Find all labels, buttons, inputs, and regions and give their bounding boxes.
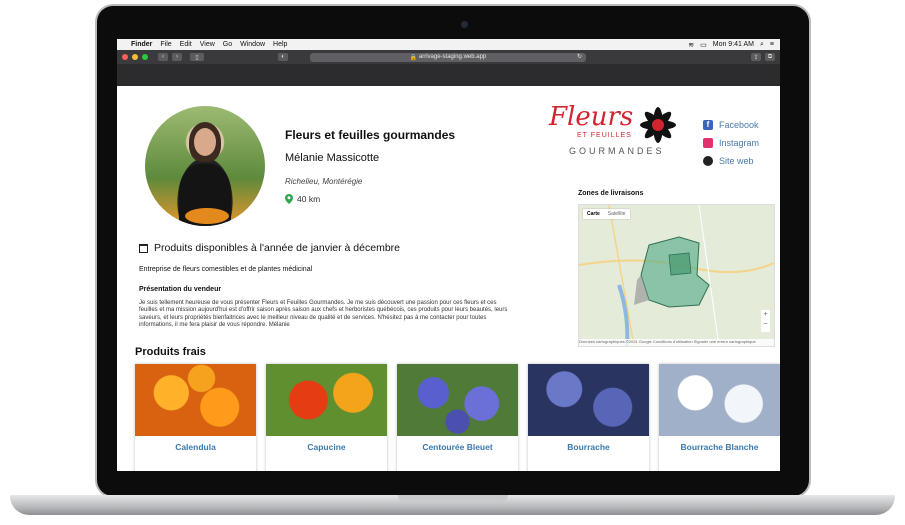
close-window-button[interactable] xyxy=(122,54,128,60)
menu-file[interactable]: File xyxy=(160,41,171,48)
distance-value: 40 km xyxy=(297,194,321,204)
product-card[interactable]: Capucine xyxy=(266,364,387,471)
website-label: Site web xyxy=(719,156,754,166)
menu-go[interactable]: Go xyxy=(223,41,232,48)
product-image xyxy=(659,364,780,436)
product-grid: Calendula Capucine Centourée Bleuet Bour… xyxy=(135,364,780,471)
zones-label: Zones de livraisons xyxy=(578,190,644,197)
mac-menubar: Finder File Edit View Go Window Help ≋ ▭… xyxy=(117,39,780,50)
minimize-window-button[interactable] xyxy=(132,54,138,60)
availability-text: Produits disponibles à l'année de janvie… xyxy=(154,242,400,254)
screen: Finder File Edit View Go Window Help ≋ ▭… xyxy=(117,39,780,471)
camera xyxy=(461,21,468,28)
map-type-tabs: Carte Satellite xyxy=(583,209,630,219)
product-image xyxy=(528,364,649,436)
instagram-label: Instagram xyxy=(719,138,760,148)
product-name[interactable]: Centourée Bleuet xyxy=(397,442,518,452)
product-card[interactable]: Bourrache xyxy=(528,364,649,471)
product-card[interactable]: Calendula xyxy=(135,364,256,471)
tab-map[interactable]: Carte xyxy=(583,209,604,219)
map-canvas[interactable] xyxy=(579,205,774,346)
distance: 40 km xyxy=(285,194,320,204)
product-card[interactable]: Centourée Bleuet xyxy=(397,364,518,471)
flower-logo-icon xyxy=(640,107,676,143)
menu-view[interactable]: View xyxy=(200,41,215,48)
presentation-label: Présentation du vendeur xyxy=(139,286,222,293)
product-name[interactable]: Bourrache Blanche xyxy=(659,442,780,452)
map-pin-icon xyxy=(285,194,293,204)
vendor-page: Fleurs et feuilles gourmandes Mélanie Ma… xyxy=(117,86,780,471)
laptop-notch xyxy=(398,495,508,503)
battery-icon[interactable]: ▭ xyxy=(700,41,707,49)
search-icon[interactable]: ⌕ xyxy=(760,41,764,49)
extension-icon[interactable]: ◐ xyxy=(278,53,288,61)
product-image xyxy=(135,364,256,436)
address-bar[interactable]: 🔒 arrivage-staging.web.app ↻ xyxy=(310,52,586,62)
facebook-icon: f xyxy=(703,120,713,130)
vendor-avatar xyxy=(145,106,265,226)
tagline: Entreprise de fleurs comestibles et de p… xyxy=(139,266,313,273)
product-name[interactable]: Calendula xyxy=(135,442,256,452)
menu-window[interactable]: Window xyxy=(240,41,265,48)
instagram-link[interactable]: Instagram xyxy=(703,134,759,152)
vendor-location: Richelieu, Montérégie xyxy=(285,177,363,186)
url-text: arrivage-staging.web.app xyxy=(418,54,487,60)
instagram-icon xyxy=(703,138,713,148)
product-image xyxy=(266,364,387,436)
tabs-icon[interactable]: ⧉ xyxy=(765,53,775,61)
back-icon[interactable]: ‹ xyxy=(158,53,168,61)
browser-toolbar: ‹ › ▯ ◐ 🔒 arrivage-staging.web.app ↻ ⇪ ⧉ xyxy=(117,50,780,64)
calendar-icon xyxy=(139,243,148,253)
facebook-label: Facebook xyxy=(719,120,759,130)
forward-icon[interactable]: › xyxy=(172,53,182,61)
logo-line1: ET FEUILLES xyxy=(577,132,632,139)
globe-icon xyxy=(703,156,713,166)
menu-app[interactable]: Finder xyxy=(131,41,152,48)
reload-icon[interactable]: ↻ xyxy=(577,53,582,60)
vendor-logo: Fleurs ET FEUILLES GOURMANDES xyxy=(549,102,689,168)
lock-icon: 🔒 xyxy=(409,54,419,61)
wifi-icon[interactable]: ≋ xyxy=(688,41,694,49)
facebook-link[interactable]: f Facebook xyxy=(703,116,759,134)
product-name[interactable]: Bourrache xyxy=(528,442,649,452)
clock[interactable]: Mon 9:41 AM xyxy=(713,41,754,49)
product-card[interactable]: Bourrache Blanche xyxy=(659,364,780,471)
map-zoom-control[interactable]: + − xyxy=(761,310,770,332)
product-image xyxy=(397,364,518,436)
presentation-text: Je suis tellement heureuse de vous prése… xyxy=(139,300,508,329)
availability: Produits disponibles à l'année de janvie… xyxy=(139,242,400,254)
menu-edit[interactable]: Edit xyxy=(180,41,192,48)
delivery-map[interactable]: Carte Satellite + − Données cartographiqu… xyxy=(578,204,775,347)
vendor-title: Fleurs et feuilles gourmandes xyxy=(285,128,456,142)
social-links: f Facebook Instagram Site web xyxy=(703,116,759,170)
website-link[interactable]: Site web xyxy=(703,152,759,170)
logo-line2: GOURMANDES xyxy=(569,146,665,156)
tab-strip xyxy=(117,64,780,86)
menu-list-icon[interactable]: ≡ xyxy=(770,41,774,49)
maximize-window-button[interactable] xyxy=(142,54,148,60)
logo-script: Fleurs xyxy=(549,102,634,132)
vendor-name: Mélanie Massicotte xyxy=(285,152,380,164)
share-icon[interactable]: ⇪ xyxy=(751,53,761,61)
products-title: Produits frais xyxy=(135,346,206,358)
sidebar-icon[interactable]: ▯ xyxy=(190,53,204,61)
tab-satellite[interactable]: Satellite xyxy=(604,209,630,219)
product-name[interactable]: Capucine xyxy=(266,442,387,452)
menu-help[interactable]: Help xyxy=(273,41,287,48)
map-attribution: Données cartographiques ©2021 Google Con… xyxy=(579,339,774,346)
